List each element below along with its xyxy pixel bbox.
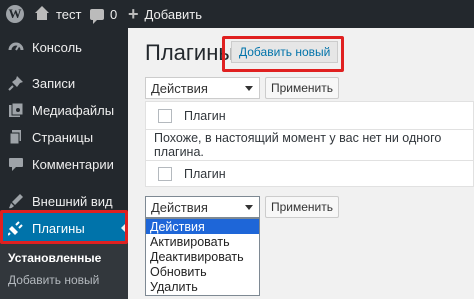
sidebar-item-label: Записи (32, 75, 76, 91)
plugins-table: Плагин Похоже, в настоящий момент у вас … (145, 101, 474, 187)
chevron-down-icon (245, 86, 253, 91)
dropdown-option-update[interactable]: Обновить (146, 264, 259, 279)
pages-icon (6, 129, 26, 145)
dropdown-option-actions[interactable]: Действия (146, 219, 259, 234)
plugins-submenu: Установленные Добавить новый (0, 243, 128, 299)
highlight-box-plugins (0, 210, 128, 244)
wordpress-logo-button[interactable]: W (6, 0, 24, 28)
submenu-item-add-new[interactable]: Добавить новый (8, 273, 99, 287)
dropdown-option-deactivate[interactable]: Деактивировать (146, 249, 259, 264)
column-header-plugin[interactable]: Плагин (184, 109, 226, 123)
select-all-checkbox-bottom[interactable] (158, 167, 172, 181)
appearance-icon (6, 193, 26, 209)
add-new-menu[interactable]: + Добавить (128, 0, 202, 28)
select-all-checkbox-top[interactable] (158, 108, 172, 123)
bulk-actions-selected-top: Действия (151, 80, 208, 96)
comments-count: 0 (110, 6, 118, 22)
bulk-actions-dropdown-list: Действия Активировать Деактивировать Обн… (145, 218, 260, 296)
sidebar-item-label: Консоль (32, 39, 82, 55)
add-new-label: Добавить (144, 6, 202, 22)
bulk-actions-selected-bottom: Действия (151, 199, 208, 215)
empty-message: Похоже, в настоящий момент у вас нет ни … (154, 131, 442, 159)
sidebar-item-label: Страницы (32, 129, 94, 145)
sidebar-item-posts[interactable]: Записи (0, 68, 128, 98)
dashboard-icon (6, 39, 26, 55)
sidebar-item-dashboard[interactable]: Консоль (0, 32, 128, 62)
pin-icon (6, 75, 26, 91)
sidebar-item-media[interactable]: Медиафайлы (0, 95, 128, 125)
sidebar-item-label: Внешний вид (32, 193, 113, 209)
plus-icon: + (128, 4, 139, 24)
page-title: Плагины (145, 40, 235, 65)
apply-button-bottom[interactable]: Применить (265, 196, 339, 218)
column-footer-plugin[interactable]: Плагин (184, 167, 226, 181)
empty-message-row: Похоже, в настоящий момент у вас нет ни … (146, 130, 474, 160)
bulk-actions-select-bottom[interactable]: Действия (145, 196, 260, 218)
dropdown-option-activate[interactable]: Активировать (146, 234, 259, 249)
sidebar-item-comments[interactable]: Комментарии (0, 149, 128, 179)
admin-bar: W тест 0 + Добавить (0, 0, 474, 28)
table-footer-row: Плагин (146, 160, 474, 187)
comment-bubble-icon (90, 8, 104, 24)
chevron-down-icon (245, 205, 253, 210)
sidebar-item-label: Комментарии (32, 156, 114, 172)
bulk-actions-select-top[interactable]: Действия (145, 77, 260, 99)
site-name-label: тест (56, 6, 82, 22)
dropdown-option-delete[interactable]: Удалить (146, 279, 259, 294)
comments-icon (6, 156, 26, 172)
sidebar-item-pages[interactable]: Страницы (0, 122, 128, 152)
comments-link[interactable]: 0 (90, 0, 117, 28)
table-header-row: Плагин (146, 102, 474, 130)
site-name-link[interactable]: тест (34, 0, 82, 28)
apply-button-top[interactable]: Применить (265, 77, 339, 99)
media-icon (6, 102, 26, 118)
home-icon (34, 6, 50, 22)
wordpress-logo-icon: W (6, 5, 24, 23)
submenu-item-installed[interactable]: Установленные (8, 251, 101, 265)
highlight-box-add-new (222, 36, 344, 72)
sidebar-item-label: Медиафайлы (32, 102, 115, 118)
